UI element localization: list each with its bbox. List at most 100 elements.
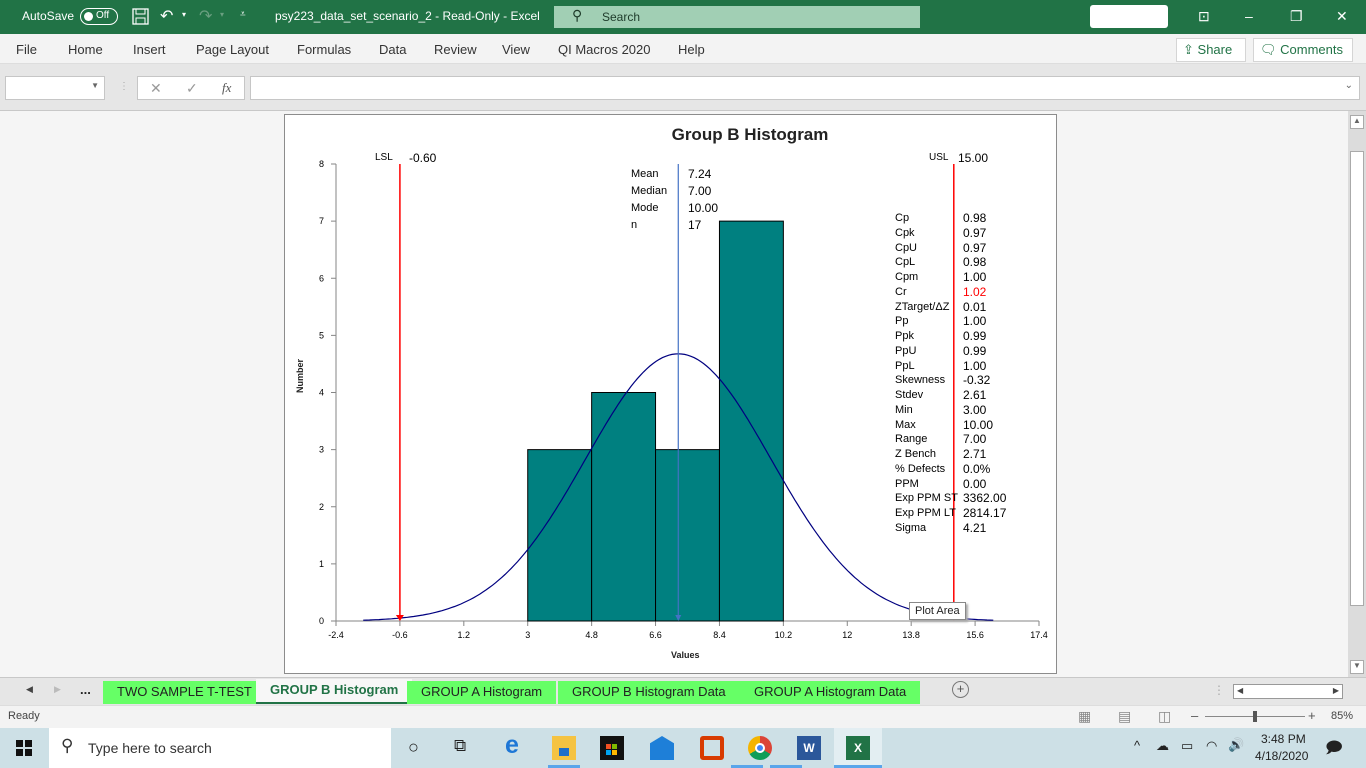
- share-button[interactable]: ⇪ Share: [1176, 38, 1246, 62]
- normal-view-icon[interactable]: ▦: [1078, 708, 1091, 725]
- word-icon[interactable]: W: [797, 736, 821, 760]
- y-tick-label: 3: [319, 445, 324, 455]
- share-label: Share: [1197, 42, 1233, 57]
- excel-icon: X: [846, 736, 870, 760]
- page-break-view-icon[interactable]: ◫: [1158, 708, 1171, 725]
- undo-icon[interactable]: ↶: [160, 6, 173, 26]
- office-icon[interactable]: [700, 736, 724, 760]
- plot-area-tooltip: Plot Area: [909, 602, 966, 620]
- capability-label: % Defects: [895, 462, 946, 475]
- clock-time[interactable]: 3:48 PM: [1261, 732, 1306, 746]
- search-box[interactable]: ⚲ Search: [554, 6, 920, 28]
- next-sheet-icon[interactable]: ▶: [54, 684, 61, 695]
- sheet-tab-group-a-histogram-data[interactable]: GROUP A Histogram Data: [740, 681, 921, 704]
- sheet-tab-group-a-histogram[interactable]: GROUP A Histogram: [407, 681, 557, 704]
- title-bar: AutoSave Off ↶ ▾ ↷ ▾ ⩡ psy223_data_set_s…: [0, 0, 1366, 34]
- scroll-up-icon[interactable]: ▲: [1350, 115, 1364, 129]
- tab-help[interactable]: Help: [678, 42, 705, 57]
- save-icon[interactable]: [132, 8, 149, 25]
- insert-function-button[interactable]: fx: [222, 80, 231, 96]
- windows-start-icon[interactable]: [16, 740, 32, 756]
- capability-label: PpU: [895, 344, 917, 357]
- task-view-icon[interactable]: ⧉: [454, 736, 466, 756]
- customize-qat-icon[interactable]: ⩡: [240, 9, 246, 20]
- scroll-left-icon[interactable]: ◀: [1237, 686, 1243, 695]
- capability-value: 2.71: [963, 447, 987, 461]
- autosave-toggle[interactable]: Off: [80, 8, 118, 25]
- close-icon[interactable]: ✕: [1336, 8, 1348, 25]
- sheet-tab-group-b-histogram[interactable]: GROUP B Histogram: [256, 679, 413, 704]
- volume-icon[interactable]: 🔊: [1228, 737, 1244, 753]
- cancel-icon[interactable]: ✕: [150, 80, 162, 97]
- minimize-icon[interactable]: –: [1245, 8, 1253, 24]
- x-tick-label: -0.6: [392, 630, 408, 640]
- battery-icon[interactable]: ▭: [1181, 738, 1193, 754]
- windows-taskbar: ⚲ Type here to search ○ ⧉ e W X ^ ☁ ▭ ◠ …: [0, 728, 1366, 768]
- autosave-state: Off: [96, 10, 110, 21]
- histogram-bar: [655, 449, 720, 622]
- restore-icon[interactable]: ❐: [1290, 8, 1303, 25]
- cortana-icon[interactable]: ○: [408, 737, 419, 758]
- edge-icon[interactable]: e: [505, 731, 519, 760]
- more-sheets-button[interactable]: ...: [80, 682, 91, 697]
- wifi-icon[interactable]: ◠: [1206, 738, 1217, 754]
- chrome-icon[interactable]: [748, 736, 772, 760]
- sheet-tab-two-sample-t-test[interactable]: TWO SAMPLE T-TEST: [103, 681, 266, 704]
- mail-icon[interactable]: [650, 736, 674, 760]
- tab-home[interactable]: Home: [68, 42, 103, 57]
- excel-taskbar-button[interactable]: X: [834, 728, 882, 768]
- status-ready: Ready: [8, 710, 40, 722]
- show-hidden-icons[interactable]: ^: [1134, 738, 1140, 753]
- page-layout-view-icon[interactable]: ▤: [1118, 708, 1131, 725]
- tab-view[interactable]: View: [502, 42, 530, 57]
- name-box[interactable]: ▼: [5, 76, 105, 100]
- capability-label: Min: [895, 403, 913, 416]
- tab-data[interactable]: Data: [379, 42, 406, 57]
- summary-label: Median: [631, 185, 668, 197]
- scroll-down-icon[interactable]: ▼: [1350, 660, 1364, 674]
- zoom-in-button[interactable]: +: [1308, 708, 1316, 723]
- file-explorer-icon[interactable]: [552, 736, 576, 760]
- comments-button[interactable]: 🗨 Comments: [1253, 38, 1353, 62]
- plot-area[interactable]: 012345678-2.4 -0.6 1.2 3 4.8 6.6 8.4 10.2 12 13.8…: [285, 115, 1056, 673]
- vertical-scrollbar[interactable]: ▲ ▼: [1348, 111, 1366, 677]
- account-area[interactable]: [1090, 5, 1168, 28]
- store-icon[interactable]: [600, 736, 624, 760]
- histogram-chart[interactable]: Group B Histogram 0 1 2 3 4 5 6 7 8 -2.4 -0.6 1.2 3 4…: [284, 114, 1057, 674]
- name-box-dropdown-icon[interactable]: ▼: [91, 81, 99, 90]
- capability-label: Sigma: [895, 521, 927, 534]
- ribbon-display-icon[interactable]: ⊡: [1198, 8, 1210, 25]
- prev-sheet-icon[interactable]: ◀: [26, 684, 33, 695]
- tab-qi-macros[interactable]: QI Macros 2020: [558, 42, 651, 57]
- tab-insert[interactable]: Insert: [133, 42, 166, 57]
- x-tick-label: 6.6: [649, 630, 662, 640]
- clock-date[interactable]: 4/18/2020: [1255, 749, 1308, 763]
- formula-input[interactable]: ⌄: [250, 76, 1360, 100]
- y-tick-label: 5: [319, 330, 324, 340]
- capability-label: Cr: [895, 285, 907, 298]
- zoom-slider[interactable]: [1205, 711, 1305, 722]
- scroll-thumb[interactable]: [1350, 151, 1364, 606]
- tab-page-layout[interactable]: Page Layout: [196, 42, 269, 57]
- tab-split-handle[interactable]: ⋮: [1213, 683, 1225, 697]
- tab-formulas[interactable]: Formulas: [297, 42, 351, 57]
- x-tick-label: 1.2: [458, 630, 471, 640]
- sheet-tab-group-b-histogram-data[interactable]: GROUP B Histogram Data: [558, 681, 740, 704]
- taskbar-search[interactable]: ⚲ Type here to search: [49, 728, 391, 768]
- horizontal-scrollbar[interactable]: ◀ ▶: [1233, 684, 1343, 699]
- zoom-level[interactable]: 85%: [1331, 710, 1353, 722]
- add-sheet-button[interactable]: +: [952, 681, 969, 698]
- notifications-icon[interactable]: 🗩: [1325, 737, 1343, 764]
- tab-review[interactable]: Review: [434, 42, 477, 57]
- expand-formula-icon[interactable]: ⌄: [1345, 80, 1353, 91]
- tab-file[interactable]: File: [16, 42, 37, 57]
- zoom-out-button[interactable]: –: [1191, 708, 1198, 723]
- zoom-slider-thumb[interactable]: [1253, 711, 1257, 722]
- undo-dropdown-icon[interactable]: ▾: [182, 10, 186, 19]
- onedrive-sync-icon[interactable]: ☁: [1156, 738, 1169, 754]
- y-tick-label: 2: [319, 502, 324, 512]
- capability-label: Exp PPM LT: [895, 507, 956, 519]
- enter-icon[interactable]: ✓: [186, 80, 198, 97]
- capability-value: 0.01: [963, 299, 987, 314]
- scroll-right-icon[interactable]: ▶: [1333, 686, 1339, 695]
